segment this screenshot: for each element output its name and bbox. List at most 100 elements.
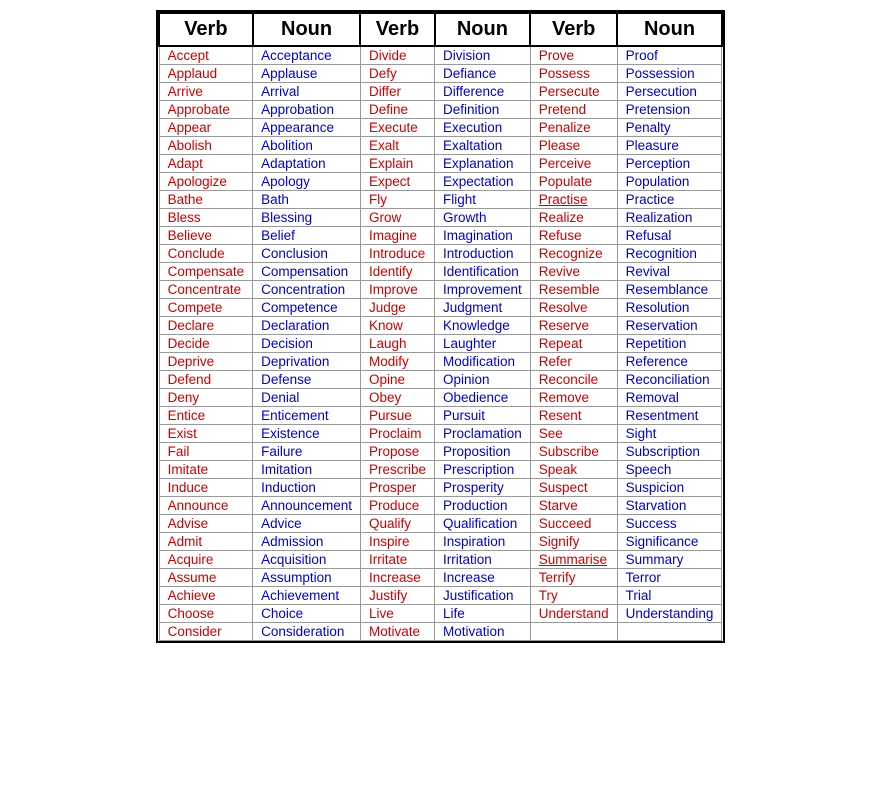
list-item: Penalty bbox=[617, 119, 722, 137]
list-item: Fail bbox=[159, 443, 253, 461]
list-item: Explanation bbox=[435, 155, 531, 173]
list-item: Consider bbox=[159, 623, 253, 641]
list-item: Declare bbox=[159, 317, 253, 335]
list-item: Motivate bbox=[360, 623, 434, 641]
list-item: Subscribe bbox=[530, 443, 617, 461]
list-item: Blessing bbox=[253, 209, 361, 227]
list-item: Introduce bbox=[360, 245, 434, 263]
list-item: Acquire bbox=[159, 551, 253, 569]
list-item: Reconcile bbox=[530, 371, 617, 389]
list-item: Adaptation bbox=[253, 155, 361, 173]
list-item: Pretension bbox=[617, 101, 722, 119]
list-item: Enticement bbox=[253, 407, 361, 425]
list-item: Removal bbox=[617, 389, 722, 407]
list-item: Announcement bbox=[253, 497, 361, 515]
list-item: Prosper bbox=[360, 479, 434, 497]
list-item: Understanding bbox=[617, 605, 722, 623]
list-item: Acquisition bbox=[253, 551, 361, 569]
list-item: Adapt bbox=[159, 155, 253, 173]
list-item: Exist bbox=[159, 425, 253, 443]
list-item: Revival bbox=[617, 263, 722, 281]
list-item: Refusal bbox=[617, 227, 722, 245]
list-item: Qualify bbox=[360, 515, 434, 533]
list-item: Deny bbox=[159, 389, 253, 407]
list-item: Refer bbox=[530, 353, 617, 371]
list-item: Differ bbox=[360, 83, 434, 101]
list-item: Advise bbox=[159, 515, 253, 533]
list-item: Announce bbox=[159, 497, 253, 515]
list-item: Opinion bbox=[435, 371, 531, 389]
list-item: Assume bbox=[159, 569, 253, 587]
list-item: Production bbox=[435, 497, 531, 515]
col1-noun-header: Noun bbox=[253, 13, 361, 46]
list-item: Repetition bbox=[617, 335, 722, 353]
list-item: Populate bbox=[530, 173, 617, 191]
list-item: Appear bbox=[159, 119, 253, 137]
list-item: Summary bbox=[617, 551, 722, 569]
list-item: Divide bbox=[360, 46, 434, 65]
list-item: Explain bbox=[360, 155, 434, 173]
list-item: Approbation bbox=[253, 101, 361, 119]
list-item: Practise bbox=[530, 191, 617, 209]
list-item: Execution bbox=[435, 119, 531, 137]
list-item: Remove bbox=[530, 389, 617, 407]
list-item: Choice bbox=[253, 605, 361, 623]
list-item: Exaltation bbox=[435, 137, 531, 155]
list-item: Defiance bbox=[435, 65, 531, 83]
list-item: Proposition bbox=[435, 443, 531, 461]
list-item: Exalt bbox=[360, 137, 434, 155]
list-item: Perception bbox=[617, 155, 722, 173]
list-item: Prescription bbox=[435, 461, 531, 479]
main-table-container: Verb Noun Verb Noun Verb Noun AcceptAcce… bbox=[156, 10, 725, 643]
list-item: Deprivation bbox=[253, 353, 361, 371]
list-item: Existence bbox=[253, 425, 361, 443]
list-item: Execute bbox=[360, 119, 434, 137]
list-item: Achieve bbox=[159, 587, 253, 605]
list-item: Proclamation bbox=[435, 425, 531, 443]
list-item: Propose bbox=[360, 443, 434, 461]
list-item: Reference bbox=[617, 353, 722, 371]
list-item: Growth bbox=[435, 209, 531, 227]
list-item: Pursuit bbox=[435, 407, 531, 425]
list-item: Conclusion bbox=[253, 245, 361, 263]
list-item: Defy bbox=[360, 65, 434, 83]
list-item: Judge bbox=[360, 299, 434, 317]
list-item: Subscription bbox=[617, 443, 722, 461]
list-item: Reservation bbox=[617, 317, 722, 335]
list-item: Assumption bbox=[253, 569, 361, 587]
list-item: Significance bbox=[617, 533, 722, 551]
list-item: Choose bbox=[159, 605, 253, 623]
list-item: Prove bbox=[530, 46, 617, 65]
list-item: Obedience bbox=[435, 389, 531, 407]
list-item: Resemblance bbox=[617, 281, 722, 299]
list-item: Justification bbox=[435, 587, 531, 605]
list-item: Definition bbox=[435, 101, 531, 119]
list-item: Defend bbox=[159, 371, 253, 389]
list-item: Acceptance bbox=[253, 46, 361, 65]
list-item: Speak bbox=[530, 461, 617, 479]
list-item: Know bbox=[360, 317, 434, 335]
list-item: Population bbox=[617, 173, 722, 191]
list-item: Possession bbox=[617, 65, 722, 83]
list-item: Applaud bbox=[159, 65, 253, 83]
list-item: Arrive bbox=[159, 83, 253, 101]
list-item: Identification bbox=[435, 263, 531, 281]
col3-noun-header: Noun bbox=[617, 13, 722, 46]
list-item bbox=[530, 623, 617, 641]
list-item: Applause bbox=[253, 65, 361, 83]
list-item: Believe bbox=[159, 227, 253, 245]
list-item: Suspect bbox=[530, 479, 617, 497]
list-item: Competence bbox=[253, 299, 361, 317]
list-item: Trial bbox=[617, 587, 722, 605]
list-item: Repeat bbox=[530, 335, 617, 353]
list-item: Persecution bbox=[617, 83, 722, 101]
list-item: Pleasure bbox=[617, 137, 722, 155]
list-item: Live bbox=[360, 605, 434, 623]
list-item: Division bbox=[435, 46, 531, 65]
list-item: Apology bbox=[253, 173, 361, 191]
list-item: Resent bbox=[530, 407, 617, 425]
list-item: Speech bbox=[617, 461, 722, 479]
verb-noun-table: Verb Noun Verb Noun Verb Noun AcceptAcce… bbox=[158, 12, 723, 641]
list-item: Improvement bbox=[435, 281, 531, 299]
list-item: Imitate bbox=[159, 461, 253, 479]
